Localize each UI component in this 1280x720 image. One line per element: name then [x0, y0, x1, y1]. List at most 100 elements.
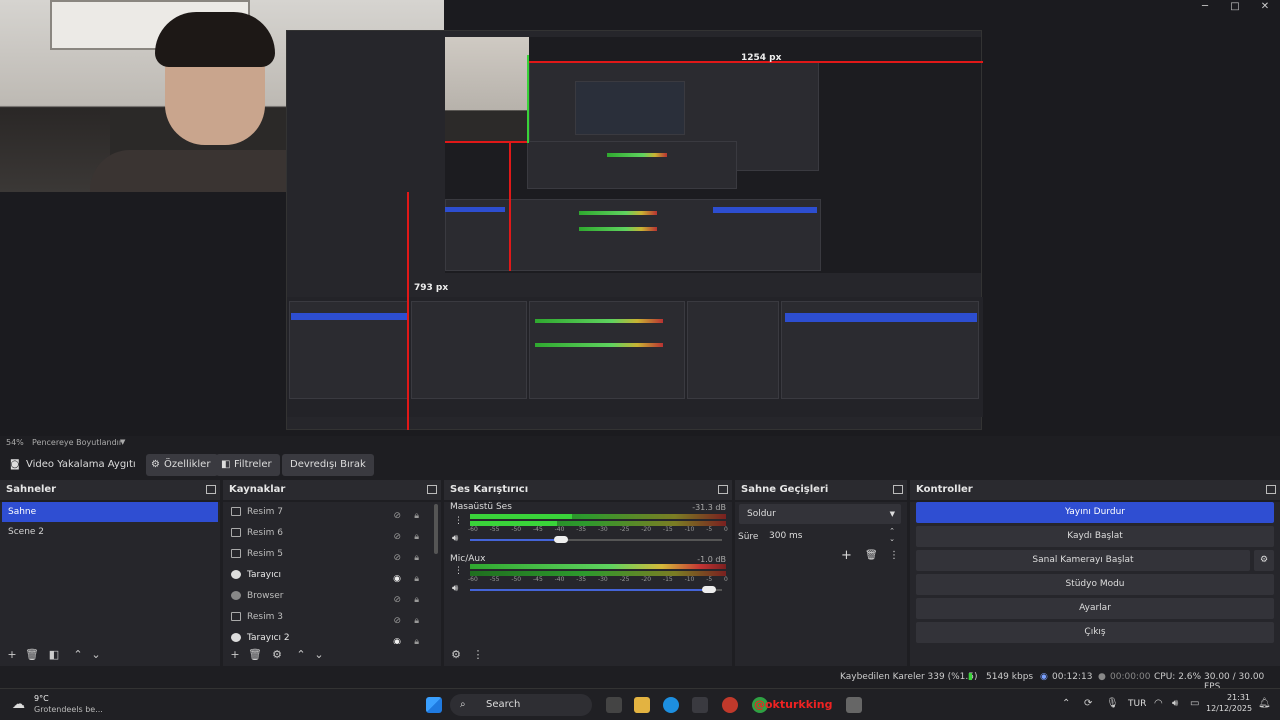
more-vert-icon[interactable]: ⋮	[470, 648, 486, 661]
add-icon[interactable]: +	[4, 648, 20, 661]
taskbar-search-label: Search	[486, 699, 521, 710]
start-recording-button[interactable]: Kaydı Başlat	[916, 526, 1274, 547]
add-icon[interactable]: +	[841, 548, 852, 563]
gear-icon[interactable]: ⚙	[269, 648, 285, 661]
meter-scale-tick: -35	[576, 576, 587, 583]
speaker-icon[interactable]: 🔊︎	[452, 583, 458, 594]
mixer-title: Ses Karıştırıcı	[450, 484, 529, 495]
undock-icon[interactable]	[1266, 485, 1276, 494]
undock-icon[interactable]	[718, 485, 728, 494]
source-label: Resim 7	[247, 507, 283, 517]
globe-icon	[231, 570, 241, 579]
store-icon[interactable]	[692, 697, 708, 713]
preview-canvas[interactable]: 1254 px 793 px ─ □ ✕	[0, 0, 1280, 436]
properties-button[interactable]: ⚙ Özellikler	[146, 454, 219, 476]
volume-slider-knob[interactable]	[553, 536, 568, 543]
source-row[interactable]: Resim 5 ⊘ 🔒︎	[227, 544, 427, 564]
cat-app-icon[interactable]	[846, 697, 862, 713]
source-row[interactable]: Resim 7 ⊘ 🔒︎	[227, 502, 427, 522]
language-indicator[interactable]: TUR	[1128, 699, 1146, 709]
more-vert-icon[interactable]: ⋮	[889, 550, 899, 561]
source-row[interactable]: Resim 3 ⊘ 🔒︎	[227, 607, 427, 627]
chevron-down-icon[interactable]: ⌄	[889, 529, 895, 549]
windows-start-icon[interactable]	[426, 697, 442, 713]
filters-button[interactable]: ◧ Filtreler	[216, 454, 280, 476]
minimize-button[interactable]: ─	[1190, 0, 1220, 14]
file-explorer-icon[interactable]	[634, 697, 650, 713]
meter-scale-tick: 0	[724, 576, 728, 583]
move-down-icon[interactable]: ⌄	[88, 648, 104, 661]
source-row[interactable]: Browser ⊘ 🔒︎	[227, 586, 427, 606]
source-toolbar: ◙ Video Yakalama Aygıtı ⚙ Özellikler ◧ F…	[0, 452, 1280, 478]
more-vert-icon[interactable]: ⋮	[454, 516, 463, 526]
properties-label: Özellikler	[164, 459, 211, 470]
volume-track-filled	[470, 539, 561, 541]
maximize-button[interactable]: □	[1220, 0, 1250, 14]
notification-bell-icon[interactable]: 🔔︎	[1258, 698, 1271, 709]
duration-spinbox[interactable]: 300 ms ⌃ ⌄	[761, 526, 901, 546]
move-up-icon[interactable]: ⌃	[293, 648, 309, 661]
weather-temp: 9°C	[34, 694, 49, 703]
volume-track-filled	[470, 589, 710, 591]
source-row[interactable]: Resim 6 ⊘ 🔒︎	[227, 523, 427, 543]
volume-slider-knob[interactable]	[702, 586, 717, 593]
stream-icon: ◉	[1040, 672, 1048, 682]
source-row[interactable]: Tarayıcı ◉ 🔒︎	[227, 565, 427, 585]
obs-icon[interactable]	[722, 697, 738, 713]
scale-mode-select[interactable]: Pencereye Boyutlandır	[32, 438, 122, 447]
scene-item[interactable]: Sahne	[2, 502, 218, 522]
taskbar-search[interactable]: ⌕ Search	[450, 694, 592, 716]
meter-scale-tick: -20	[641, 576, 652, 583]
studio-mode-button[interactable]: Stüdyo Modu	[916, 574, 1274, 595]
dropped-frames: Kaybedilen Kareler 339 (%1.5)	[840, 672, 978, 682]
meter-scale-tick: -20	[641, 526, 652, 533]
more-vert-icon[interactable]: ⋮	[454, 566, 463, 576]
transition-select[interactable]: Soldur ▼	[739, 504, 901, 524]
duration-label: Süre	[738, 532, 759, 542]
meter-scale-tick: -25	[619, 526, 630, 533]
scrollbar[interactable]	[434, 504, 438, 554]
transitions-body: Soldur ▼ Süre 300 ms ⌃ ⌄ + 🗑 ⋮	[735, 502, 907, 666]
chevron-up-icon[interactable]: ⌃	[1062, 698, 1070, 709]
trash-icon[interactable]: 🗑	[865, 550, 878, 561]
start-virtual-camera-button[interactable]: Sanal Kamerayı Başlat	[916, 550, 1250, 571]
meter-scale-tick: -50	[511, 576, 522, 583]
sync-icon[interactable]: ⟳	[1084, 698, 1092, 709]
meter-scale-tick: -30	[597, 526, 608, 533]
scene-item[interactable]: Scene 2	[2, 522, 218, 542]
globe-icon	[231, 633, 241, 642]
undock-icon[interactable]	[427, 485, 437, 494]
trash-icon[interactable]: 🗑	[247, 648, 263, 661]
add-icon[interactable]: +	[227, 648, 243, 661]
search-icon: ⌕	[460, 699, 466, 710]
task-view-icon[interactable]	[606, 697, 622, 713]
clock-date[interactable]: 12/12/2025	[1206, 704, 1252, 713]
trash-icon[interactable]: 🗑	[24, 648, 40, 661]
move-up-icon[interactable]: ⌃	[70, 648, 86, 661]
settings-button[interactable]: Ayarlar	[916, 598, 1274, 619]
move-down-icon[interactable]: ⌄	[311, 648, 327, 661]
undock-icon[interactable]	[206, 485, 216, 494]
close-button[interactable]: ✕	[1250, 0, 1280, 14]
chevron-down-icon[interactable]: ▼	[120, 438, 125, 446]
meter-scale-tick: -25	[619, 576, 630, 583]
battery-icon[interactable]: ▭	[1190, 698, 1199, 709]
deactivate-button[interactable]: Devredışı Bırak	[282, 454, 374, 476]
source-label: Resim 3	[247, 612, 283, 622]
channel-name: Masaüstü Ses	[450, 502, 512, 512]
meter-scale-tick: -5	[706, 576, 713, 583]
edge-icon[interactable]	[663, 697, 679, 713]
gear-icon[interactable]: ⚙	[1254, 550, 1274, 571]
speaker-icon[interactable]: 🔊︎	[452, 533, 458, 544]
microphone-icon[interactable]: 🎙︎	[1106, 698, 1119, 709]
filter-icon[interactable]: ◧	[46, 648, 62, 661]
undock-icon[interactable]	[893, 485, 903, 494]
meter-scale-tick: -15	[662, 576, 673, 583]
wifi-icon[interactable]: ◠	[1154, 698, 1163, 709]
stop-stream-button[interactable]: Yayını Durdur	[916, 502, 1274, 523]
clock-time[interactable]: 21:31	[1216, 693, 1250, 702]
transition-selected: Soldur	[747, 509, 776, 519]
volume-icon[interactable]: 🔊︎	[1172, 698, 1178, 709]
gear-icon[interactable]: ⚙	[448, 648, 464, 661]
exit-button[interactable]: Çıkış	[916, 622, 1274, 643]
